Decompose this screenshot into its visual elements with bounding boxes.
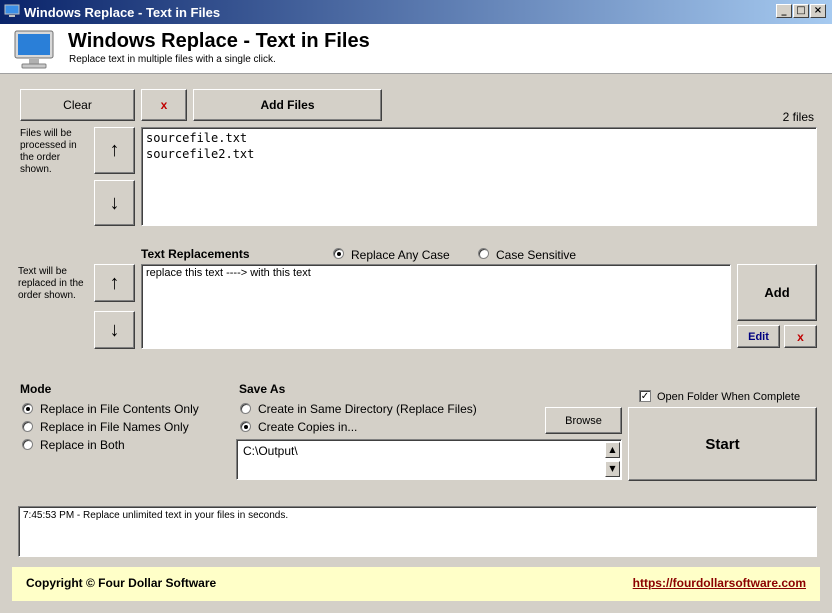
clear-button[interactable]: Clear bbox=[20, 89, 135, 121]
replace-any-case-label: Replace Any Case bbox=[351, 248, 450, 262]
minimize-icon[interactable]: _ bbox=[776, 4, 792, 18]
list-item[interactable]: sourcefile2.txt bbox=[146, 146, 812, 162]
remove-replacement-button[interactable]: x bbox=[784, 325, 817, 348]
mode-both-radio[interactable] bbox=[22, 439, 33, 450]
same-directory-label: Create in Same Directory (Replace Files) bbox=[258, 402, 477, 416]
open-folder-checkbox[interactable]: ✓ bbox=[639, 390, 651, 402]
save-as-heading: Save As bbox=[239, 382, 286, 396]
app-window-icon bbox=[4, 4, 20, 17]
list-item[interactable]: sourcefile.txt bbox=[146, 130, 812, 146]
file-count: 2 files bbox=[782, 110, 814, 124]
add-files-button[interactable]: Add Files bbox=[193, 89, 382, 121]
list-item[interactable]: replace this text ----> with this text bbox=[146, 267, 726, 279]
same-directory-radio[interactable] bbox=[240, 403, 251, 414]
replacement-move-down-button[interactable]: ↓ bbox=[94, 311, 135, 349]
mode-both-label: Replace in Both bbox=[40, 438, 125, 452]
footer: Copyright © Four Dollar Software https:/… bbox=[12, 567, 820, 601]
page-subtitle: Replace text in multiple files with a si… bbox=[69, 54, 276, 65]
create-copies-radio[interactable] bbox=[240, 421, 251, 432]
add-replacement-button[interactable]: Add bbox=[737, 264, 817, 321]
mode-names-radio[interactable] bbox=[22, 421, 33, 432]
file-list[interactable]: sourcefile.txt sourcefile2.txt bbox=[141, 127, 817, 226]
maximize-icon[interactable]: □ bbox=[793, 4, 809, 18]
open-folder-label: Open Folder When Complete bbox=[657, 391, 801, 403]
output-path-field[interactable]: C:\Output\ ▲ ▼ bbox=[236, 439, 622, 480]
mode-contents-label: Replace in File Contents Only bbox=[40, 402, 199, 416]
replace-any-case-radio[interactable] bbox=[333, 248, 344, 259]
files-order-note: Files will be processed in the order sho… bbox=[20, 128, 77, 175]
mode-contents-radio[interactable] bbox=[22, 403, 33, 414]
replacements-heading: Text Replacements bbox=[141, 247, 250, 261]
case-sensitive-label: Case Sensitive bbox=[496, 248, 577, 262]
case-sensitive-radio[interactable] bbox=[478, 248, 489, 259]
replacements-order-note: Text will be replaced in the order shown… bbox=[18, 266, 84, 301]
start-button[interactable]: Start bbox=[628, 407, 817, 481]
page-title: Windows Replace - Text in Files bbox=[68, 30, 370, 52]
scroll-down-icon[interactable]: ▼ bbox=[605, 461, 620, 477]
mode-heading: Mode bbox=[20, 382, 52, 396]
replacement-list[interactable]: replace this text ----> with this text bbox=[141, 264, 731, 349]
replacement-move-up-button[interactable]: ↑ bbox=[94, 264, 135, 302]
mode-names-label: Replace in File Names Only bbox=[40, 420, 189, 434]
status-log-text: 7:45:53 PM - Replace unlimited text in y… bbox=[23, 510, 289, 521]
file-move-up-button[interactable]: ↑ bbox=[94, 127, 135, 174]
website-link[interactable]: https://fourdollarsoftware.com bbox=[633, 576, 806, 590]
app-header: Windows Replace - Text in Files Replace … bbox=[0, 24, 832, 74]
file-move-down-button[interactable]: ↓ bbox=[94, 180, 135, 226]
close-icon[interactable]: × bbox=[810, 4, 826, 18]
title-bar[interactable]: Windows Replace - Text in Files _ □ × bbox=[0, 0, 832, 24]
create-copies-label: Create Copies in... bbox=[258, 420, 358, 434]
window-title: Windows Replace - Text in Files bbox=[24, 5, 221, 20]
monitor-icon bbox=[14, 30, 54, 69]
copyright-text: Copyright © Four Dollar Software bbox=[26, 576, 217, 590]
remove-file-button[interactable]: x bbox=[141, 89, 187, 121]
edit-replacement-button[interactable]: Edit bbox=[737, 325, 780, 348]
output-path-value: C:\Output\ bbox=[243, 444, 298, 458]
status-log: 7:45:53 PM - Replace unlimited text in y… bbox=[18, 506, 817, 557]
browse-button[interactable]: Browse bbox=[545, 407, 622, 434]
scroll-up-icon[interactable]: ▲ bbox=[605, 442, 620, 458]
